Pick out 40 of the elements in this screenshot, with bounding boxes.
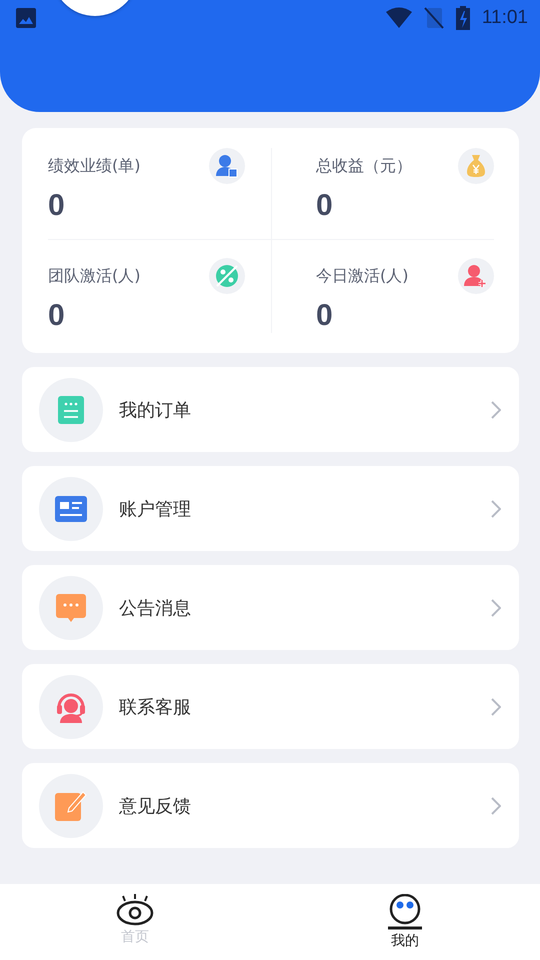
chevron-right-icon — [491, 698, 501, 716]
list-icon — [58, 396, 84, 424]
money-bag-icon — [466, 154, 486, 178]
no-sim-icon — [424, 7, 444, 29]
add-user-icon — [464, 264, 488, 288]
menu-item[interactable]: 我的订单 — [22, 367, 519, 452]
stat-value: 0 — [316, 299, 334, 333]
menu-item[interactable]: 联系客服 — [22, 664, 519, 749]
planet-icon — [214, 263, 240, 289]
chevron-right-icon — [491, 400, 501, 418]
stat-label: 今日激活(人) — [316, 266, 408, 287]
image-icon — [16, 8, 36, 28]
wifi-icon — [386, 7, 412, 29]
chevron-right-icon — [491, 500, 501, 518]
menu-item[interactable]: 公告消息 — [22, 565, 519, 650]
menu-label: 联系客服 — [119, 696, 192, 718]
menu-label: 意见反馈 — [119, 794, 192, 818]
chat-bubble-icon — [56, 594, 86, 622]
eye-icon — [116, 894, 154, 926]
stat-label: 绩效业绩(单) — [48, 156, 140, 177]
id-card-icon — [55, 496, 87, 522]
chevron-right-icon — [491, 796, 501, 814]
menu-item[interactable]: 账户管理 — [22, 466, 519, 551]
stat-value: 0 — [316, 189, 334, 223]
status-time: 11:01 — [482, 7, 528, 29]
chevron-right-icon — [491, 598, 501, 616]
nav-tab[interactable]: 我的 — [270, 884, 540, 960]
stat-value: 0 — [48, 189, 66, 223]
edit-note-icon — [55, 790, 87, 820]
stat-label: 总收益（元） — [316, 156, 412, 177]
headset-icon — [56, 690, 86, 722]
stat-label: 团队激活(人) — [48, 266, 140, 287]
menu-item[interactable]: 意见反馈 — [22, 763, 519, 848]
battery-charging-icon — [456, 6, 470, 30]
menu-label: 我的订单 — [119, 398, 192, 422]
user-icon — [216, 154, 238, 178]
smiley-face-icon — [386, 894, 424, 930]
stat-value: 0 — [48, 299, 66, 333]
menu-label: 公告消息 — [119, 596, 192, 620]
menu-label: 账户管理 — [119, 498, 192, 520]
